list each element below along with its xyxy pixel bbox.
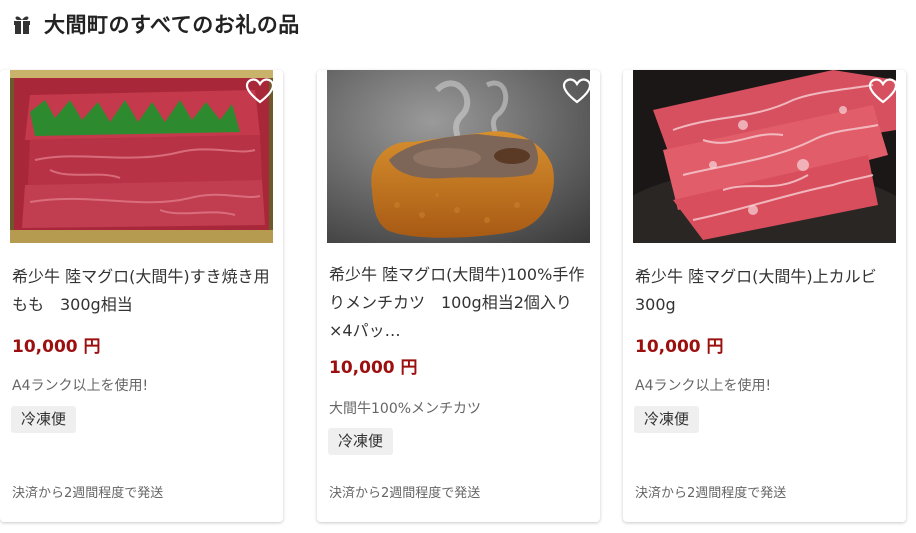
product-title[interactable]: 希少牛 陸マグロ(大間牛)すき焼き用もも 300g相当: [12, 263, 274, 319]
product-price: 10,000 円: [12, 337, 101, 357]
gift-icon: [14, 16, 30, 34]
product-price: 10,000 円: [329, 358, 418, 378]
product-image[interactable]: [633, 70, 896, 243]
shipping-type-badge: 冷凍便: [11, 406, 77, 433]
product-title[interactable]: 希少牛 陸マグロ(大間牛)100%手作りメンチカツ 100g相当2個入り×4パッ…: [329, 261, 591, 345]
product-catchcopy: 大間牛100%メンチカツ: [329, 401, 482, 417]
product-image[interactable]: [327, 70, 590, 243]
product-price: 10,000 円: [635, 337, 724, 357]
product-title[interactable]: 希少牛 陸マグロ(大間牛)上カルビ 300g: [635, 263, 897, 319]
page-title: 大間町のすべてのお礼の品: [44, 13, 300, 37]
heart-outline-icon[interactable]: [868, 77, 898, 105]
page-header: 大間町のすべてのお礼の品: [10, 10, 300, 38]
shipping-info: 決済から2週間程度で発送: [329, 486, 481, 501]
shipping-type-badge: 冷凍便: [328, 428, 394, 455]
heart-outline-icon[interactable]: [245, 77, 275, 105]
shipping-info: 決済から2週間程度で発送: [12, 486, 164, 501]
shipping-info: 決済から2週間程度で発送: [635, 486, 787, 501]
product-card[interactable]: 希少牛 陸マグロ(大間牛)すき焼き用もも 300g相当 10,000 円 A4ラ…: [0, 70, 283, 522]
heart-outline-icon[interactable]: [562, 77, 592, 105]
product-card[interactable]: 希少牛 陸マグロ(大間牛)100%手作りメンチカツ 100g相当2個入り×4パッ…: [317, 70, 600, 522]
product-card[interactable]: 希少牛 陸マグロ(大間牛)上カルビ 300g 10,000 円 A4ランク以上を…: [623, 70, 906, 522]
product-catchcopy: A4ランク以上を使用!: [12, 378, 149, 394]
product-image[interactable]: [10, 70, 273, 243]
shipping-type-badge: 冷凍便: [634, 406, 700, 433]
product-catchcopy: A4ランク以上を使用!: [635, 378, 772, 394]
